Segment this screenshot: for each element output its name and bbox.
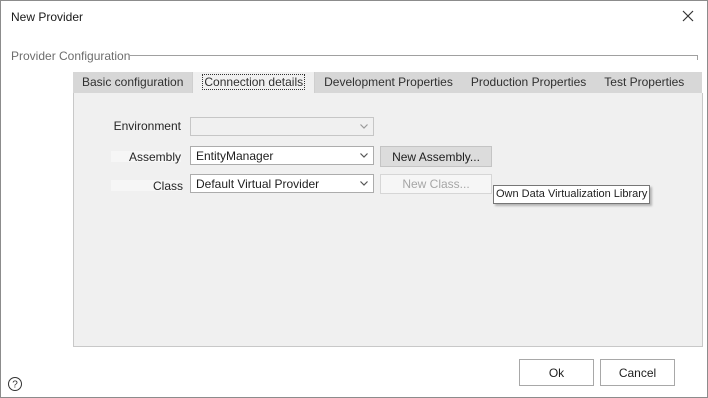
new-assembly-button[interactable]: New Assembly... (380, 146, 492, 167)
help-icon: ? (8, 377, 22, 391)
tooltip: Own Data Virtualization Library (493, 185, 651, 204)
tab-label: Development Properties (324, 75, 453, 89)
help-button[interactable]: ? (7, 376, 23, 392)
tab-basic-configuration[interactable]: Basic configuration (73, 72, 192, 93)
tab-label: Test Properties (604, 75, 685, 89)
assembly-value: EntityManager (196, 149, 274, 163)
tab-connection-details[interactable]: Connection details (192, 72, 316, 93)
close-icon (682, 10, 694, 22)
class-dropdown[interactable]: Default Virtual Provider (190, 174, 374, 193)
group-legend: Provider Configuration (11, 49, 135, 63)
cancel-button[interactable]: Cancel (600, 359, 675, 386)
new-class-button[interactable]: New Class... (380, 174, 492, 194)
class-label: Class (152, 179, 183, 193)
ok-button[interactable]: Ok (519, 359, 594, 386)
tab-test-properties[interactable]: Test Properties (595, 72, 693, 93)
chevron-down-icon (357, 176, 371, 191)
close-button[interactable] (673, 3, 703, 29)
window-title: New Provider (11, 10, 84, 24)
chevron-down-icon (357, 119, 371, 134)
assembly-label: Assembly (128, 150, 181, 164)
chevron-down-icon (357, 148, 371, 163)
tab-development-properties[interactable]: Development Properties (315, 72, 462, 93)
environment-dropdown[interactable] (190, 117, 374, 136)
assembly-dropdown[interactable]: EntityManager (190, 146, 374, 165)
dialog-window: New Provider Provider Configuration Basi… (0, 0, 708, 398)
tab-label: Production Properties (470, 75, 587, 89)
tab-production-properties[interactable]: Production Properties (462, 72, 595, 93)
group-border (129, 55, 698, 60)
tab-label: Basic configuration (82, 75, 184, 89)
svg-text:?: ? (12, 380, 18, 391)
tab-label: Connection details (202, 74, 306, 90)
tab-strip: Basic configuration Connection details D… (73, 72, 702, 93)
environment-label: Environment (113, 119, 181, 133)
class-value: Default Virtual Provider (196, 177, 320, 191)
